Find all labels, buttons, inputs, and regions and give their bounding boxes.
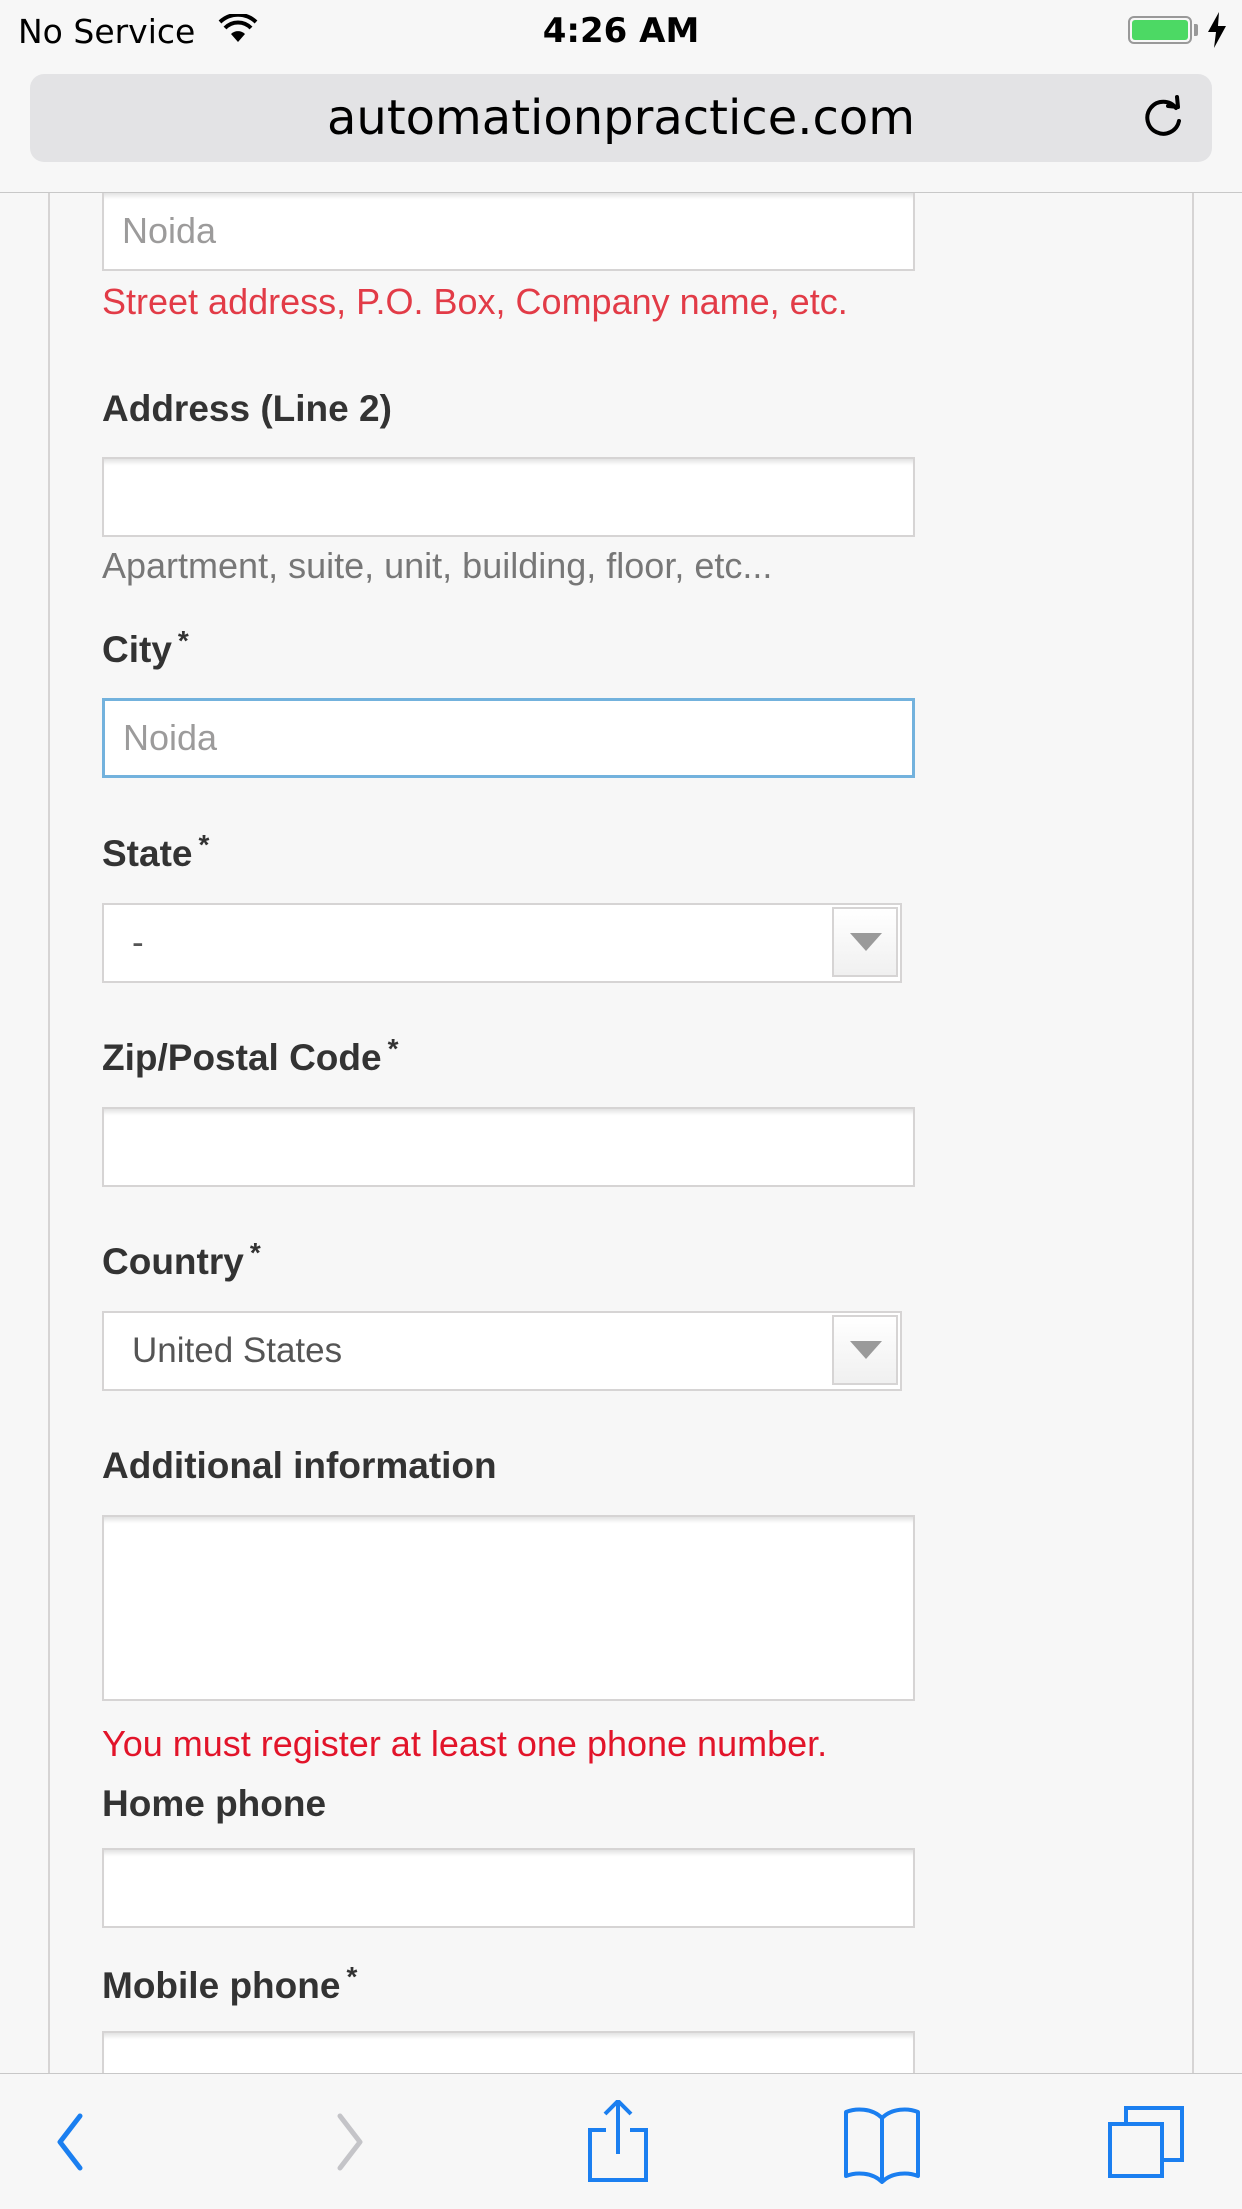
state-label-text: State [102, 833, 193, 874]
clock: 4:26 AM [542, 11, 700, 51]
phone-error-message: You must register at least one phone num… [102, 1723, 828, 1764]
reload-icon[interactable] [1138, 94, 1188, 144]
additional-info-textarea[interactable] [102, 1515, 915, 1701]
address2-hint: Apartment, suite, unit, building, floor,… [102, 545, 773, 586]
city-value[interactable]: Noida [123, 701, 217, 775]
address2-input[interactable] [102, 457, 915, 537]
charging-icon [1208, 12, 1226, 48]
country-select[interactable]: United States [102, 1311, 902, 1391]
required-star: * [249, 1237, 261, 1268]
additional-info-label: Additional information [102, 1445, 497, 1487]
chevron-down-icon [850, 933, 882, 951]
city-label-text: City [102, 629, 172, 670]
share-icon[interactable] [578, 2100, 658, 2184]
state-select[interactable]: - [102, 903, 902, 983]
zip-label: Zip/Postal Code * [102, 1033, 398, 1079]
country-dropdown-button[interactable] [832, 1315, 898, 1385]
zip-input[interactable] [102, 1107, 915, 1187]
home-phone-input[interactable] [102, 1848, 915, 1928]
bookmarks-icon[interactable] [842, 2100, 922, 2184]
country-label-text: Country [102, 1241, 244, 1282]
mobile-phone-label-text: Mobile phone [102, 1965, 341, 2006]
required-star: * [387, 1033, 399, 1064]
home-phone-label-text: Home phone [102, 1783, 327, 1824]
address1-hint: Street address, P.O. Box, Company name, … [102, 281, 848, 322]
forward-icon[interactable] [314, 2100, 394, 2184]
tabs-icon[interactable] [1106, 2100, 1186, 2184]
back-icon[interactable] [38, 2100, 118, 2184]
browser-nav-bar: automationpractice.com [0, 64, 1242, 193]
web-page: Noida Street address, P.O. Box, Company … [0, 193, 1242, 2073]
battery-nub [1194, 24, 1198, 36]
address2-label-text: Address (Line 2) [102, 388, 392, 429]
additional-info-label-text: Additional information [102, 1445, 497, 1486]
chevron-down-icon [850, 1341, 882, 1359]
required-star: * [177, 625, 189, 656]
battery-level [1132, 20, 1188, 40]
battery-icon [1128, 16, 1192, 44]
mobile-phone-label: Mobile phone * [102, 1961, 357, 2007]
address-bar[interactable]: automationpractice.com [30, 74, 1212, 162]
address1-value[interactable]: Noida [122, 193, 216, 269]
required-star: * [346, 1961, 358, 1992]
required-star: * [198, 829, 210, 860]
url-text[interactable]: automationpractice.com [30, 74, 1212, 162]
address1-input[interactable]: Noida [102, 193, 915, 271]
address2-label: Address (Line 2) [102, 388, 392, 430]
state-label: State * [102, 829, 209, 875]
city-input[interactable]: Noida [102, 698, 915, 778]
home-phone-label: Home phone [102, 1783, 326, 1825]
mobile-phone-input[interactable] [102, 2031, 915, 2073]
browser-toolbar [0, 2073, 1242, 2209]
country-selected-value[interactable]: United States [132, 1313, 342, 1389]
state-dropdown-button[interactable] [832, 907, 898, 977]
country-label: Country * [102, 1237, 261, 1283]
zip-label-text: Zip/Postal Code [102, 1037, 382, 1078]
city-label: City * [102, 625, 189, 671]
status-bar: No Service 4:26 AM [0, 0, 1242, 64]
state-selected-value[interactable]: - [132, 905, 144, 981]
